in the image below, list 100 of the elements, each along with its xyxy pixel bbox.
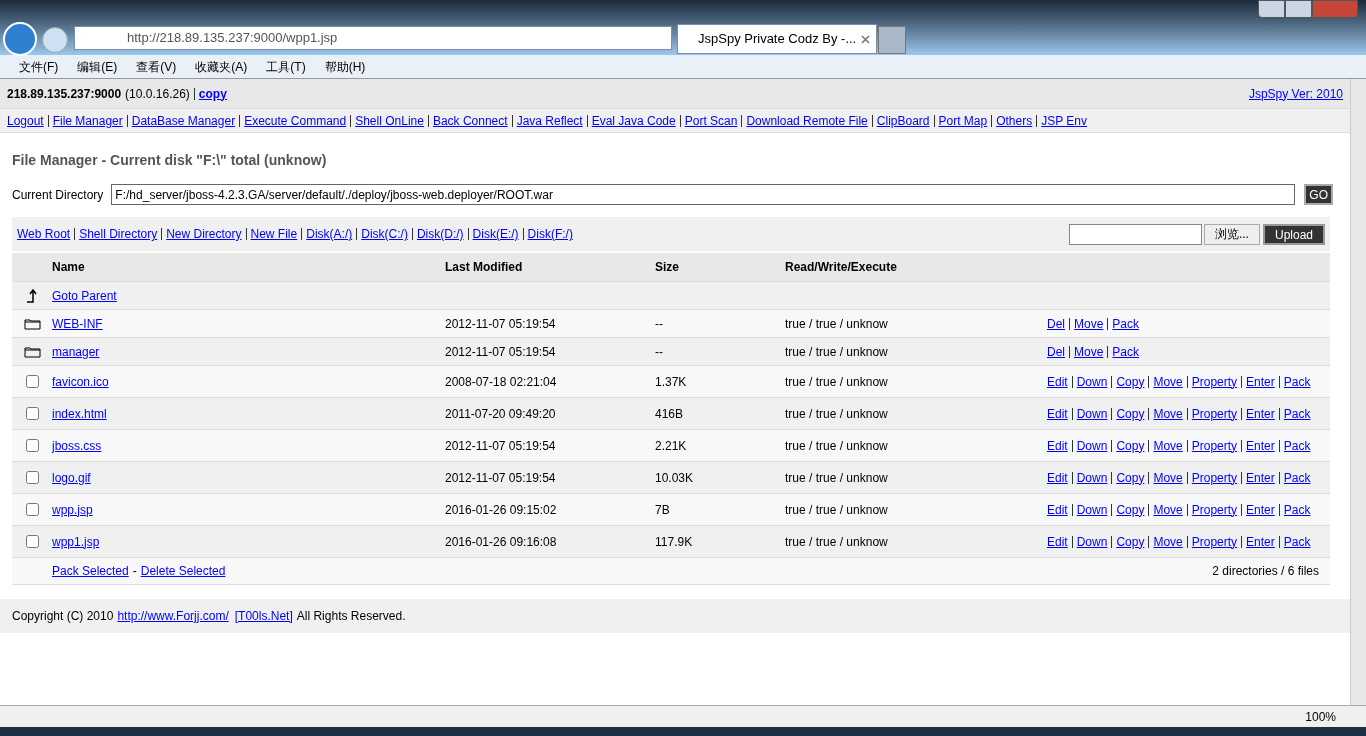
action-link[interactable]: Enter <box>1246 436 1275 455</box>
shortcut-link[interactable]: Shell Directory <box>79 225 158 243</box>
file-link[interactable]: jboss.css <box>52 438 102 453</box>
action-link[interactable]: Move <box>1074 342 1104 361</box>
action-link[interactable]: Pack <box>1283 532 1311 551</box>
action-link[interactable]: Property <box>1191 468 1238 487</box>
folder-link[interactable]: manager <box>52 344 100 359</box>
nav-link[interactable]: DataBase Manager <box>131 111 236 130</box>
action-link[interactable]: Down <box>1076 404 1108 423</box>
action-link[interactable]: Copy <box>1116 404 1145 423</box>
shortcut-link[interactable]: New File <box>250 225 298 243</box>
action-link[interactable]: Copy <box>1116 372 1145 391</box>
shortcut-link[interactable]: Disk(C:/) <box>361 225 408 243</box>
action-link[interactable]: Pack <box>1112 342 1140 361</box>
action-link[interactable]: Down <box>1076 468 1108 487</box>
footer-link[interactable]: Pack Selected <box>52 562 129 580</box>
nav-link[interactable]: Port Map <box>938 111 988 130</box>
copy-link[interactable]: copy <box>198 84 227 103</box>
nav-link[interactable]: Eval Java Code <box>591 111 676 130</box>
nav-link[interactable]: Logout <box>7 111 44 130</box>
action-link[interactable]: Property <box>1191 500 1238 519</box>
folder-link[interactable]: WEB-INF <box>52 316 103 331</box>
footer-link[interactable]: Delete Selected <box>140 562 226 580</box>
action-link[interactable]: Move <box>1153 532 1183 551</box>
action-link[interactable]: Pack <box>1283 436 1311 455</box>
action-link[interactable]: Pack <box>1283 500 1311 519</box>
file-link[interactable]: logo.gif <box>52 470 91 485</box>
select-checkbox[interactable] <box>25 407 39 420</box>
nav-link[interactable]: Execute Command <box>244 111 347 130</box>
action-link[interactable]: Copy <box>1116 500 1145 519</box>
action-link[interactable]: Pack <box>1112 314 1140 333</box>
action-link[interactable]: Del <box>1047 314 1065 333</box>
action-link[interactable]: Down <box>1076 436 1108 455</box>
action-link[interactable]: Move <box>1153 500 1183 519</box>
menu-item[interactable]: 收藏夹(A) <box>195 57 248 76</box>
file-link[interactable]: wpp.jsp <box>52 502 93 517</box>
select-checkbox[interactable] <box>25 471 39 484</box>
nav-link[interactable]: Download Remote File <box>746 111 868 130</box>
shortcut-link[interactable]: Disk(F:/) <box>527 225 573 243</box>
browser-tab[interactable]: JspSpy Private Codz By -... <box>677 24 877 54</box>
nav-link[interactable]: Back Connect <box>432 111 508 130</box>
action-link[interactable]: Move <box>1074 314 1104 333</box>
site-link[interactable]: http://www.Forjj.com/ <box>117 607 229 625</box>
action-link[interactable]: Property <box>1191 436 1238 455</box>
action-link[interactable]: Enter <box>1246 500 1275 519</box>
file-link[interactable]: wpp1.jsp <box>52 534 100 549</box>
shortcut-link[interactable]: Disk(E:/) <box>472 225 519 243</box>
action-link[interactable]: Pack <box>1283 404 1311 423</box>
scrollbar[interactable] <box>1350 79 1366 705</box>
shortcut-link[interactable]: New Directory <box>166 225 242 243</box>
action-link[interactable]: Down <box>1076 500 1108 519</box>
nav-link[interactable]: JSP Env <box>1041 111 1087 130</box>
browse-button[interactable]: 浏览... <box>1203 223 1260 245</box>
menu-item[interactable]: 文件(F) <box>19 57 59 76</box>
action-link[interactable]: Copy <box>1116 532 1145 551</box>
action-link[interactable]: Move <box>1153 372 1183 391</box>
restore-button[interactable] <box>1285 0 1312 18</box>
forward-button[interactable] <box>42 27 68 53</box>
menu-item[interactable]: 查看(V) <box>136 57 177 76</box>
action-link[interactable]: Enter <box>1246 404 1275 423</box>
parent-link[interactable]: Goto Parent <box>52 288 117 303</box>
action-link[interactable]: Property <box>1191 404 1238 423</box>
file-path-field[interactable] <box>1068 223 1202 245</box>
action-link[interactable]: Enter <box>1246 372 1275 391</box>
nav-link[interactable]: Shell OnLine <box>355 111 424 130</box>
zoom-level[interactable]: 100% <box>1305 707 1336 726</box>
directory-field[interactable]: F:/hd_server/jboss-4.2.3.GA/server/default/./deploy/jboss-web.deployer/ROOT.war <box>111 184 1296 205</box>
file-link[interactable]: favicon.ico <box>52 374 109 389</box>
action-link[interactable]: Edit <box>1047 404 1068 423</box>
address-bar[interactable]: http://218.89.135.237:9000/wpp1.jsp <box>74 26 672 50</box>
select-checkbox[interactable] <box>25 503 39 516</box>
back-button[interactable] <box>3 22 37 56</box>
select-checkbox[interactable] <box>25 535 39 548</box>
shortcut-link[interactable]: Web Root <box>17 225 71 243</box>
action-link[interactable]: Move <box>1153 404 1183 423</box>
tools-link[interactable]: [T00ls.Net] <box>234 607 293 625</box>
version-link[interactable]: JspSpy Ver: 2010 <box>1248 84 1343 103</box>
nav-link[interactable]: Port Scan <box>684 111 738 130</box>
action-link[interactable]: Enter <box>1246 468 1275 487</box>
action-link[interactable]: Copy <box>1116 468 1145 487</box>
action-link[interactable]: Property <box>1191 372 1238 391</box>
shortcut-link[interactable]: Disk(A:/) <box>306 225 353 243</box>
action-link[interactable]: Edit <box>1047 468 1068 487</box>
nav-link[interactable]: Others <box>996 111 1033 130</box>
action-link[interactable]: Move <box>1153 468 1183 487</box>
upload-button[interactable]: Upload <box>1262 223 1325 245</box>
action-link[interactable]: Edit <box>1047 532 1068 551</box>
menu-item[interactable]: 工具(T) <box>266 57 306 76</box>
action-link[interactable]: Edit <box>1047 500 1068 519</box>
action-link[interactable]: Property <box>1191 532 1238 551</box>
action-link[interactable]: Del <box>1047 342 1065 361</box>
action-link[interactable]: Move <box>1153 436 1183 455</box>
action-link[interactable]: Down <box>1076 532 1108 551</box>
menu-item[interactable]: 帮助(H) <box>324 57 366 76</box>
shortcut-link[interactable]: Disk(D:/) <box>416 225 464 243</box>
file-link[interactable]: index.html <box>52 406 107 421</box>
action-link[interactable]: Enter <box>1246 532 1275 551</box>
action-link[interactable]: Edit <box>1047 372 1068 391</box>
select-checkbox[interactable] <box>25 439 39 452</box>
action-link[interactable]: Pack <box>1283 468 1311 487</box>
